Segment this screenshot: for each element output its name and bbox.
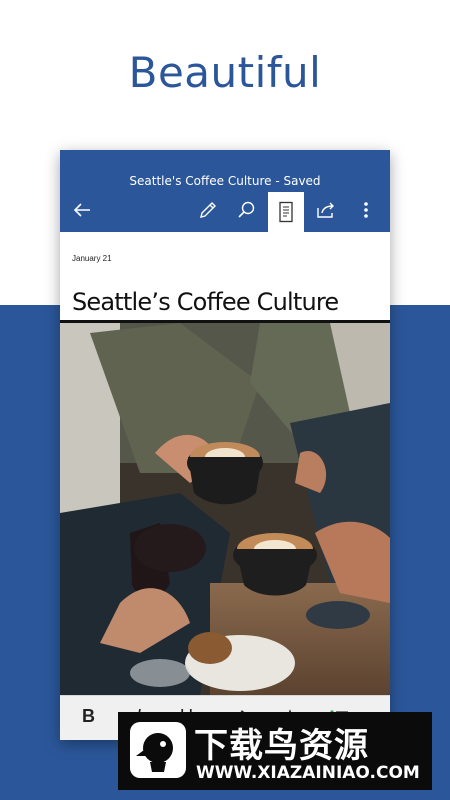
- share-button[interactable]: [308, 192, 344, 228]
- site-watermark: 下载鸟资源 WWW.XIAZAINIAO.COM: [118, 712, 432, 790]
- back-button[interactable]: [64, 192, 100, 228]
- document-status: Seattle's Coffee Culture - Saved: [129, 174, 321, 188]
- share-icon: [317, 202, 334, 218]
- promo-headline: Beautiful: [128, 48, 322, 97]
- document-canvas[interactable]: January 21 Seattle’s Coffee Culture B: [60, 232, 390, 740]
- search-icon: [238, 201, 255, 218]
- back-arrow-icon: [73, 203, 90, 217]
- coffee-photo: [60, 323, 390, 695]
- watermark-url: WWW.XIAZAINIAO.COM: [196, 763, 420, 783]
- more-options-button[interactable]: [348, 192, 384, 228]
- search-button[interactable]: [228, 192, 264, 228]
- edit-button[interactable]: [190, 192, 226, 228]
- watermark-title: 下载鸟资源: [194, 726, 369, 766]
- mobile-view-button[interactable]: [268, 192, 304, 232]
- phone-screen: Seattle's Coffee Culture - Saved January…: [60, 150, 390, 740]
- more-vertical-icon: [364, 202, 368, 218]
- document-date: January 21: [72, 254, 112, 263]
- mobile-view-icon: [279, 201, 293, 223]
- bird-logo-icon: [130, 722, 186, 778]
- document-title: Seattle’s Coffee Culture: [72, 288, 339, 316]
- app-bar: Seattle's Coffee Culture - Saved: [60, 150, 390, 232]
- bold-button[interactable]: B: [82, 706, 95, 727]
- pencil-icon: [200, 202, 216, 218]
